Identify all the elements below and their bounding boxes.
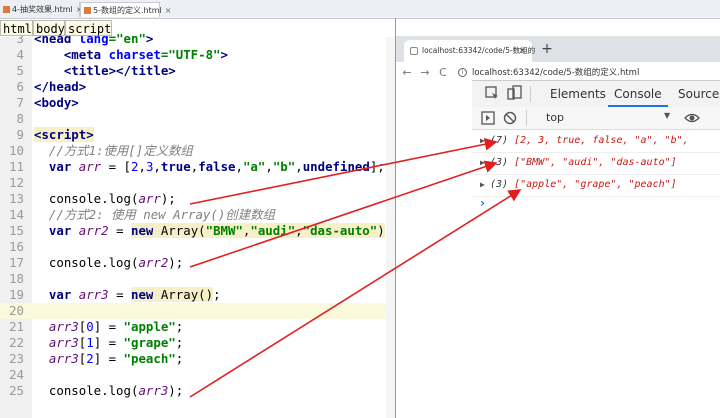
close-icon[interactable]: × — [518, 40, 526, 62]
code-line[interactable]: 11 var arr = [2,3,true,false,"a","b",und… — [0, 159, 396, 175]
context-selector[interactable]: top — [546, 110, 564, 126]
array-length: (7) — [490, 135, 509, 146]
line-number: 24 — [9, 367, 24, 382]
code-editor: 3 <head lang="en"> 4 <meta charset="UTF-8… — [0, 0, 396, 418]
line-number: 19 — [9, 287, 24, 302]
inspect-element-icon[interactable] — [484, 85, 500, 101]
editor-tab-active[interactable]: 5-数组的定义.html × — [80, 2, 171, 17]
code-line[interactable]: 12 — [0, 175, 396, 191]
page-icon — [410, 47, 418, 55]
browser-tab[interactable]: localhost:63342/code/5-数组的 × — [404, 40, 535, 62]
line-number: 15 — [9, 223, 24, 238]
browser-tab-strip: localhost:63342/code/5-数组的 × + — [396, 36, 720, 62]
code-line[interactable]: 10 //方式1:使用[]定义数组 — [0, 143, 396, 159]
line-number: 21 — [9, 319, 24, 334]
array-preview: ["apple", "grape", "peach"] — [514, 179, 677, 190]
line-number: 7 — [16, 95, 24, 110]
expand-triangle-icon[interactable]: ▶ — [480, 174, 485, 196]
separator — [526, 110, 527, 126]
code-line[interactable]: 16 — [0, 239, 396, 255]
tab-elements[interactable]: Elements — [544, 81, 612, 107]
clear-console-icon[interactable] — [502, 110, 518, 126]
editor-tab-bar: 4-抽奖效果.html× 5-数组的定义.html× — [0, 0, 720, 19]
breadcrumb-body[interactable]: body — [33, 20, 65, 36]
line-number: 13 — [9, 191, 24, 206]
line-number: 16 — [9, 239, 24, 254]
code-line[interactable]: 22 arr3[1] = "grape"; — [0, 335, 396, 351]
line-number: 18 — [9, 271, 24, 286]
code-line[interactable]: 4 <meta charset="UTF-8"> — [0, 47, 396, 63]
line-number: 22 — [9, 335, 24, 350]
reload-button[interactable]: C — [436, 65, 450, 81]
line-number: 6 — [16, 79, 24, 94]
code-line[interactable]: 21 arr3[0] = "apple"; — [0, 319, 396, 335]
console-prompt[interactable]: › — [480, 196, 485, 210]
code-line[interactable]: 9 <script> — [0, 127, 396, 143]
code-line[interactable]: 15 var arr2 = new Array("BMW","audi","da… — [0, 223, 396, 239]
code-line-current[interactable]: 20 — [0, 303, 396, 319]
code-line[interactable]: 25 console.log(arr3); — [0, 383, 396, 399]
close-icon[interactable]: × — [165, 6, 172, 15]
breadcrumb-html[interactable]: html — [0, 20, 33, 36]
eye-icon[interactable] — [684, 110, 700, 126]
page-viewport — [396, 80, 472, 418]
line-number: 20 — [9, 303, 24, 318]
array-length: (3) — [490, 157, 509, 168]
editor-tab-label: 5-数组的定义.html — [93, 6, 162, 15]
expand-triangle-icon[interactable]: ▶ — [480, 130, 485, 152]
expand-triangle-icon[interactable]: ▶ — [480, 152, 485, 174]
console-toolbar: top ▼ — [472, 107, 720, 130]
line-number: 8 — [16, 111, 24, 126]
line-number: 25 — [9, 383, 24, 398]
code-line[interactable]: 6 </head> — [0, 79, 396, 95]
code-line[interactable]: 19 var arr3 = new Array(); — [0, 287, 396, 303]
tab-console[interactable]: Console — [608, 81, 668, 107]
info-icon[interactable]: i — [458, 68, 467, 77]
line-number: 10 — [9, 143, 24, 158]
html-file-icon — [84, 7, 91, 14]
device-toolbar-icon[interactable] — [506, 85, 522, 101]
line-number: 12 — [9, 175, 24, 190]
chevron-down-icon[interactable]: ▼ — [664, 111, 670, 120]
editor-tab-label: 4-抽奖效果.html — [12, 5, 73, 14]
line-number: 11 — [9, 159, 24, 174]
array-preview: ["BMW", "audi", "das-auto"] — [514, 157, 677, 168]
code-line[interactable]: 8 — [0, 111, 396, 127]
browser-window: localhost:63342/code/5-数组的 × + ← → C i lo… — [396, 36, 720, 418]
line-number: 14 — [9, 207, 24, 222]
console-message[interactable]: ▶ (3) ["BMW", "audi", "das-auto"] — [472, 152, 720, 175]
forward-button[interactable]: → — [418, 65, 432, 81]
code-line[interactable]: 23 arr3[2] = "peach"; — [0, 351, 396, 367]
code-line[interactable]: 13 console.log(arr); — [0, 191, 396, 207]
code-line[interactable]: 14 //方式2: 使用 new Array()创建数组 — [0, 207, 396, 223]
breadcrumb-script[interactable]: script — [65, 20, 112, 36]
tab-sources[interactable]: Sources — [672, 81, 720, 107]
line-number: 5 — [16, 63, 24, 78]
console-message[interactable]: ▶ (7) [2, 3, true, false, "a", "b", — [472, 130, 720, 153]
html-file-icon — [3, 6, 10, 13]
line-number: 9 — [16, 127, 24, 142]
line-number: 17 — [9, 255, 24, 270]
code-line[interactable]: 7 <body> — [0, 95, 396, 111]
line-number: 23 — [9, 351, 24, 366]
code-line[interactable]: 17 console.log(arr2); — [0, 255, 396, 271]
array-preview: [2, 3, true, false, "a", "b", — [514, 135, 689, 146]
code-line[interactable]: 5 <title></title> — [0, 63, 396, 79]
back-button[interactable]: ← — [400, 65, 414, 81]
array-length: (3) — [490, 179, 509, 190]
code-line[interactable]: 24 — [0, 367, 396, 383]
address-bar[interactable]: localhost:63342/code/5-数组的定义.html — [472, 65, 639, 81]
new-tab-button[interactable]: + — [538, 40, 556, 58]
separator — [530, 86, 531, 102]
editor-tab[interactable]: 4-抽奖效果.html× — [0, 2, 82, 17]
line-number: 4 — [16, 47, 24, 62]
devtools-tab-bar: Elements Console Sources — [472, 80, 720, 108]
code-line[interactable]: 18 — [0, 271, 396, 287]
console-message[interactable]: ▶ (3) ["apple", "grape", "peach"] — [472, 174, 720, 197]
sidebar-toggle-icon[interactable] — [480, 110, 496, 126]
